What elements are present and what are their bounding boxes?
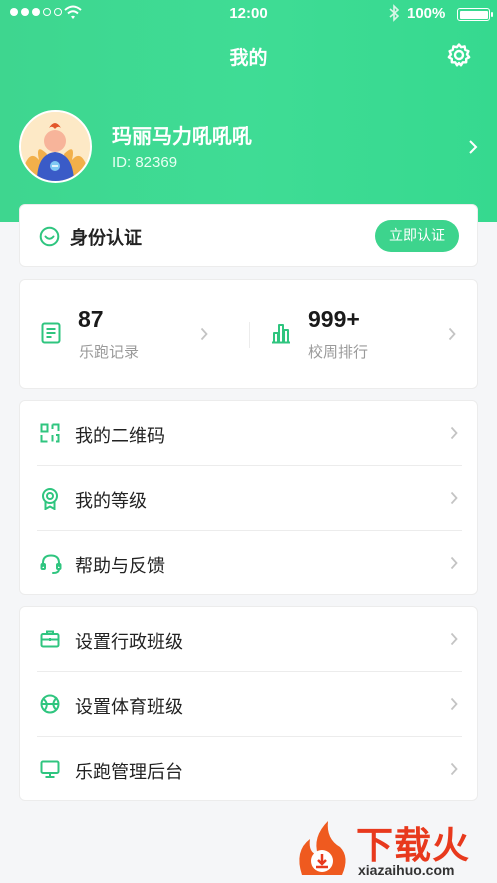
menu-label: 帮助与反馈 bbox=[75, 556, 165, 577]
chevron-right-icon bbox=[450, 426, 458, 440]
battery-icon bbox=[457, 8, 493, 21]
chevron-right-icon bbox=[469, 140, 478, 154]
page-title: 我的 bbox=[229, 47, 268, 69]
chevron-right-icon bbox=[450, 491, 458, 505]
menu-item-my-qrcode[interactable]: 我的二维码 bbox=[20, 401, 479, 466]
watermark-url: xiazaihuo.com bbox=[358, 862, 455, 878]
auth-title: 身份认证 bbox=[70, 228, 142, 249]
weekly-rank-stat[interactable]: 999+ 校周排行 bbox=[250, 302, 479, 368]
menu-label: 设置行政班级 bbox=[75, 632, 183, 653]
headset-icon bbox=[40, 554, 62, 574]
run-records-label: 乐跑记录 bbox=[79, 343, 140, 361]
chevron-right-icon bbox=[200, 327, 208, 341]
chevron-right-icon bbox=[448, 327, 456, 341]
rank-chart-icon bbox=[272, 324, 290, 344]
menu-label: 我的等级 bbox=[75, 491, 147, 512]
menu-item-my-level[interactable]: 我的等级 bbox=[20, 466, 479, 531]
menu-label: 设置体育班级 bbox=[75, 697, 183, 718]
identity-verification-card: 身份认证 立即认证 bbox=[19, 204, 478, 267]
avatar-illustration bbox=[21, 112, 90, 181]
medal-icon bbox=[42, 488, 58, 510]
verify-now-button[interactable]: 立即认证 bbox=[375, 220, 459, 252]
profile-name: 玛丽马力吼吼吼 bbox=[112, 124, 252, 148]
smile-check-icon bbox=[39, 226, 60, 247]
menu-item-admin-backend[interactable]: 乐跑管理后台 bbox=[20, 737, 479, 802]
chevron-right-icon bbox=[450, 697, 458, 711]
qrcode-icon bbox=[40, 423, 60, 443]
chevron-right-icon bbox=[450, 632, 458, 646]
briefcase-icon bbox=[40, 630, 60, 648]
weekly-rank-label: 校周排行 bbox=[308, 343, 369, 361]
menu-group-1: 我的二维码 我的等级 帮助与反馈 bbox=[19, 400, 478, 595]
battery-percent: 100% bbox=[407, 5, 446, 22]
run-records-value: 87 bbox=[78, 306, 104, 332]
weekly-rank-value: 999+ bbox=[308, 306, 360, 332]
menu-group-2: 设置行政班级 设置体育班级 乐跑管理后台 bbox=[19, 606, 478, 801]
status-bar: 12:00 100% bbox=[0, 0, 497, 28]
watermark-logo: 下载火 xiazaihuo.com bbox=[292, 815, 497, 883]
menu-item-set-admin-class[interactable]: 设置行政班级 bbox=[20, 607, 479, 672]
run-records-stat[interactable]: 87 乐跑记录 bbox=[20, 302, 249, 368]
chevron-right-icon bbox=[450, 556, 458, 570]
gear-icon[interactable] bbox=[446, 42, 472, 68]
basketball-icon bbox=[40, 694, 60, 714]
profile-id: ID: 82369 bbox=[112, 154, 178, 171]
avatar[interactable] bbox=[19, 110, 92, 183]
menu-label: 乐跑管理后台 bbox=[75, 762, 183, 783]
profile-row[interactable]: 玛丽马力吼吼吼 ID: 82369 bbox=[19, 110, 489, 186]
chevron-right-icon bbox=[450, 762, 458, 776]
menu-item-set-pe-class[interactable]: 设置体育班级 bbox=[20, 672, 479, 737]
menu-label: 我的二维码 bbox=[75, 426, 165, 447]
watermark-text: 下载火 bbox=[356, 824, 470, 867]
flame-logo-icon bbox=[299, 821, 346, 875]
stats-card: 87 乐跑记录 999+ 校周排行 bbox=[19, 279, 478, 389]
bluetooth-icon bbox=[389, 4, 400, 22]
monitor-icon bbox=[40, 760, 60, 778]
record-icon bbox=[41, 322, 61, 344]
menu-item-help-feedback[interactable]: 帮助与反馈 bbox=[20, 531, 479, 596]
